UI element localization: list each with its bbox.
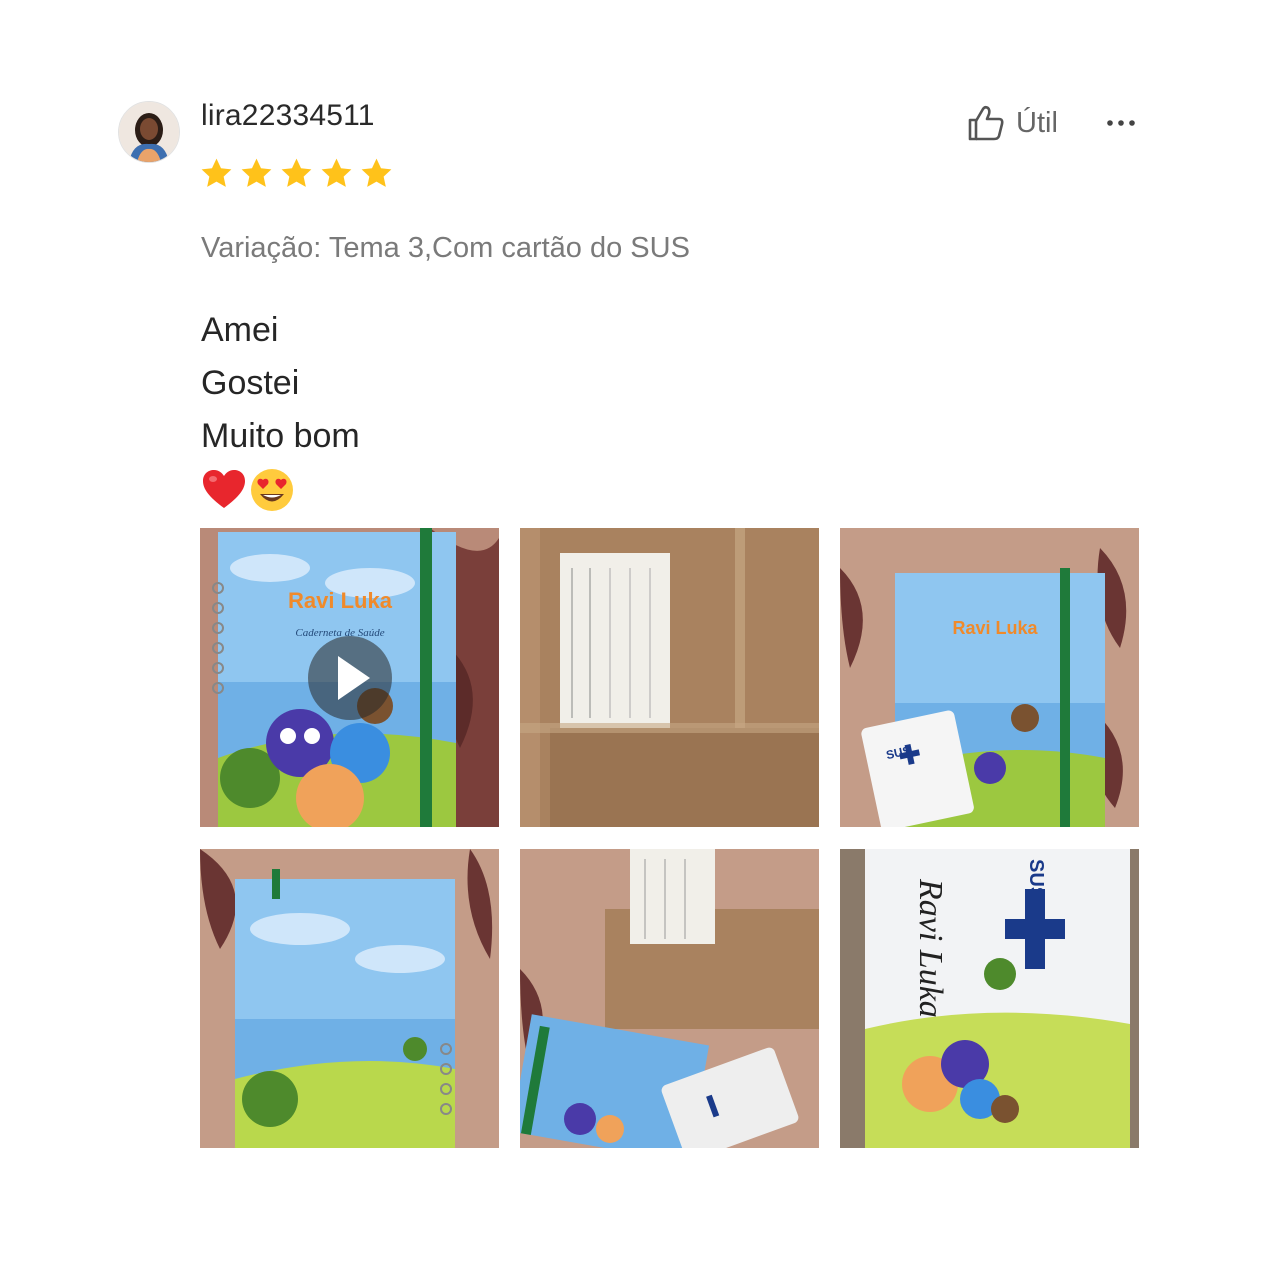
sus-card-image: SUS Ravi Luka	[840, 849, 1139, 1148]
review-content: Amei Gostei Muito bom	[201, 304, 360, 513]
play-button[interactable]	[308, 636, 392, 720]
media-thumbnail[interactable]	[520, 849, 819, 1148]
thumbs-up-icon	[968, 105, 1004, 141]
media-thumbnail[interactable]	[200, 849, 499, 1148]
notebook-front-image: Ravi Luka Caderneta de Saúde	[200, 528, 499, 827]
more-icon	[1107, 120, 1135, 126]
review-line: Gostei	[201, 364, 300, 402]
star-icon	[361, 158, 392, 187]
star-icon	[321, 158, 352, 187]
media-thumbnail[interactable]	[520, 528, 819, 827]
variation-text: Variação: Tema 3,Com cartão do SUS	[201, 232, 690, 264]
notebook-title: Ravi Luka	[952, 618, 1038, 638]
star-icon	[241, 158, 272, 187]
review-line: Amei	[201, 311, 279, 349]
package-and-notebook-image	[520, 849, 819, 1148]
package-image	[520, 528, 819, 827]
media-thumbnail[interactable]: Ravi Luka SUS	[840, 528, 1139, 827]
heart-eyes-emoji-icon	[251, 469, 293, 511]
media-thumbnail[interactable]: SUS Ravi Luka	[840, 849, 1139, 1148]
reviewer-username[interactable]: lira22334511	[201, 99, 375, 133]
heart-emoji-icon	[203, 470, 245, 508]
media-thumbnail-video[interactable]: Ravi Luka Caderneta de Saúde	[200, 528, 499, 827]
notebook-title: Ravi Luka	[288, 588, 393, 613]
avatar-image	[119, 102, 179, 162]
emoji-row	[201, 467, 360, 513]
notebook-with-card-image: Ravi Luka SUS	[840, 528, 1139, 827]
more-options-button[interactable]	[1104, 108, 1138, 138]
useful-label: Útil	[1016, 106, 1058, 139]
notebook-back-image	[200, 849, 499, 1148]
useful-button[interactable]: Útil	[966, 103, 1058, 143]
avatar[interactable]	[118, 101, 180, 163]
star-rating	[199, 156, 394, 191]
card-name: Ravi Luka	[912, 878, 949, 1018]
review-line: Muito bom	[201, 417, 360, 455]
star-icon	[281, 158, 312, 187]
star-icon	[201, 158, 232, 187]
